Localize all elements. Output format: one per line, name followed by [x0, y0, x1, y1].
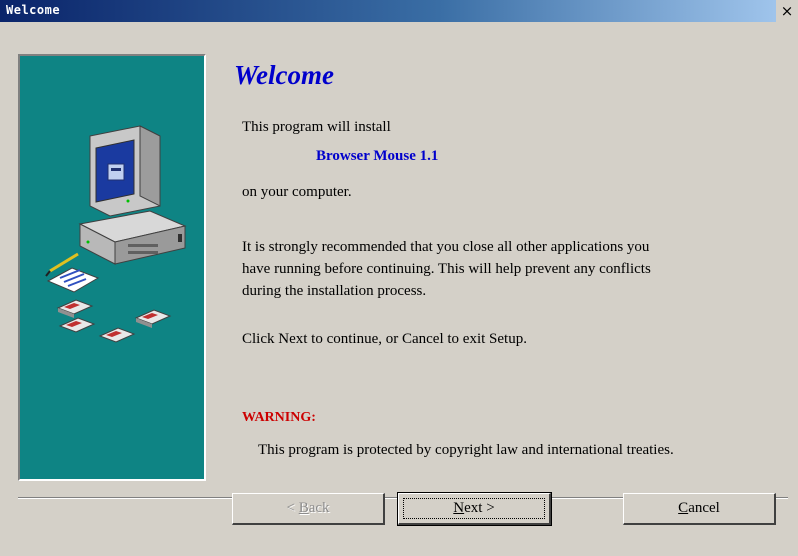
floppy-disk-icon: [56, 299, 172, 343]
window-title: Welcome: [6, 3, 61, 17]
computer-illustration: [45, 125, 187, 343]
instruction-text: Click Next to continue, or Cancel to exi…: [242, 331, 527, 347]
cancel-label: ancel: [688, 500, 720, 516]
product-name: Browser Mouse 1.1: [316, 148, 439, 164]
computer-icon: [78, 125, 187, 265]
recommend-line-1: It is strongly recommended that you clos…: [242, 239, 650, 255]
next-accel: N: [453, 500, 465, 516]
install-text: This program will install: [242, 119, 391, 135]
close-button[interactable]: ×: [776, 0, 798, 22]
title-bar[interactable]: Welcome ×: [0, 0, 798, 22]
back-label: ack: [308, 500, 330, 516]
document-icon: [45, 252, 100, 293]
recommend-line-2: have running before continuing. This wil…: [242, 261, 651, 277]
page-heading: Welcome: [234, 60, 334, 90]
back-accel: B: [298, 500, 309, 516]
wizard-body: Welcome This program will install Browse…: [0, 22, 798, 556]
cancel-accel: C: [678, 500, 689, 516]
next-label: ext >: [464, 500, 495, 516]
recommend-line-3: during the installation process.: [242, 283, 427, 299]
warning-label: WARNING:: [242, 410, 316, 425]
back-button[interactable]: < Back: [232, 493, 385, 525]
cancel-button[interactable]: Cancel: [623, 493, 776, 525]
on-computer-text: on your computer.: [242, 184, 352, 200]
side-illustration-panel: [18, 54, 206, 481]
next-button[interactable]: Next >: [397, 492, 552, 526]
copyright-notice: This program is protected by copyright l…: [258, 442, 674, 458]
back-prefix: <: [286, 500, 299, 516]
